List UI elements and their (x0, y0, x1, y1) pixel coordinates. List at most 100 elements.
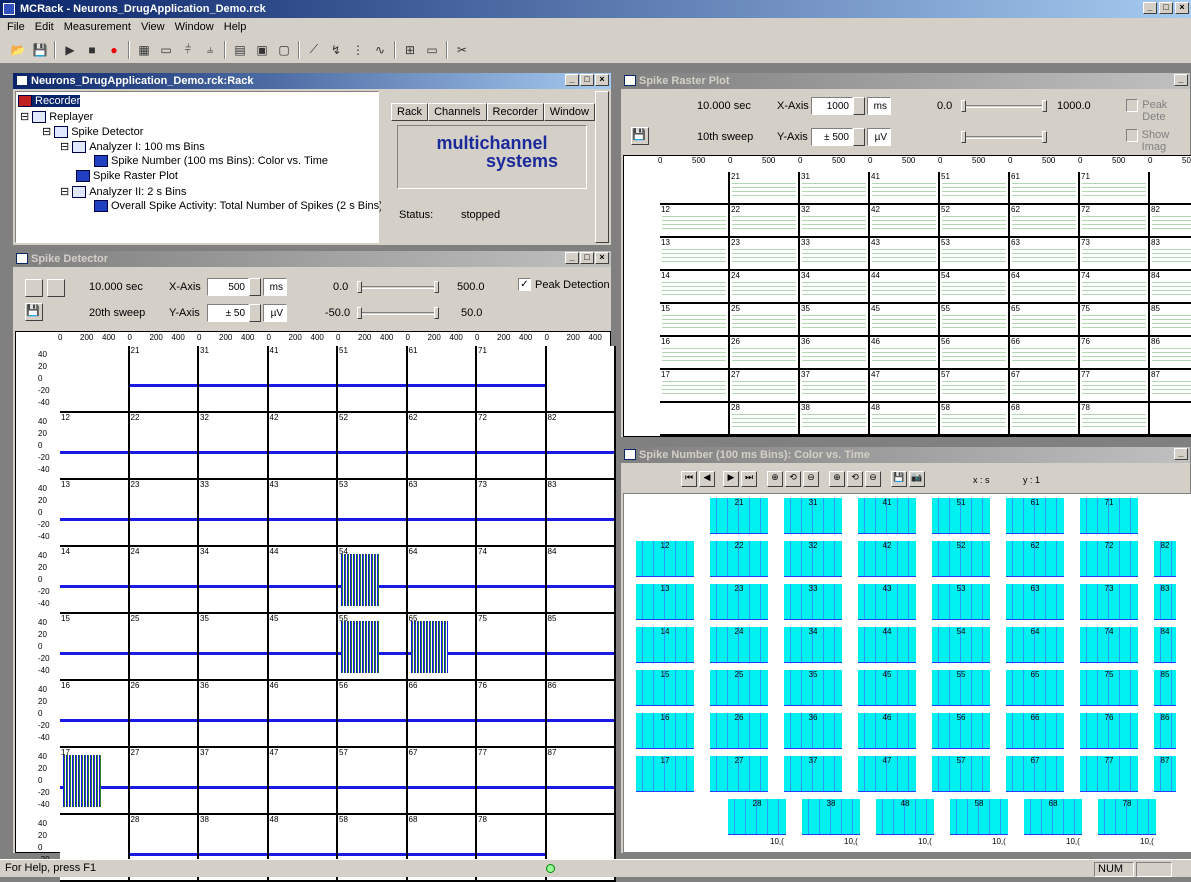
peak-detection-checkbox[interactable]: ✓ Peak Detection (518, 278, 610, 291)
zoom-reset-icon[interactable]: ⟲ (785, 471, 801, 487)
tree-item-recorder[interactable]: Recorder (18, 95, 81, 107)
save-icon[interactable]: 💾 (25, 303, 43, 321)
x-range-slider[interactable] (357, 281, 439, 293)
y-zoom-out-icon[interactable]: ⊖ (865, 471, 881, 487)
display2-icon[interactable]: ▣ (252, 40, 272, 60)
spike-color-cell: 51 (932, 498, 990, 534)
spike-color-cell: 44 (858, 627, 916, 663)
minimize-icon[interactable]: _ (1174, 74, 1188, 86)
show-image-checkbox[interactable]: Show Imag (1126, 129, 1190, 153)
filter-icon[interactable]: ⫩ (178, 40, 198, 60)
tree-item-overall-activity[interactable]: Overall Spike Activity: Total Number of … (94, 200, 383, 212)
menu-view[interactable]: View (136, 18, 170, 36)
spike-number-plot[interactable]: 21 31 41 51 61 71 12 22 32 42 52 62 72 82 13 23 33 43 53 63… (623, 493, 1191, 853)
display-mode-icon[interactable] (25, 279, 43, 297)
open-folder-icon[interactable]: 📂 (8, 40, 28, 60)
x-tick-label: 0 (868, 156, 873, 165)
y-range-slider[interactable] (357, 307, 439, 319)
window-icon[interactable]: ▭ (422, 40, 442, 60)
tab-window[interactable]: Window (543, 103, 595, 121)
raster-plot[interactable]: 0 500 0 500 0 500 0 500 0 500 0 500 0 500 0 500 21314151… (623, 155, 1191, 437)
zoom-out-icon[interactable]: ⊖ (803, 471, 819, 487)
camera-icon[interactable]: 📷 (909, 471, 925, 487)
x-unit-combo[interactable]: ms (263, 278, 287, 296)
record-icon[interactable]: ● (104, 40, 124, 60)
stop-icon[interactable]: ■ (82, 40, 102, 60)
x-tick-label: 0 (728, 156, 733, 165)
spike-color-cell: 31 (784, 498, 842, 534)
tree-item-analyzer-1[interactable]: ⊟ Analyzer I: 100 ms Bins (60, 140, 205, 153)
menu-measurement[interactable]: Measurement (59, 18, 136, 36)
channel-cell: 63 (407, 480, 477, 547)
save-icon[interactable]: 💾 (891, 471, 907, 487)
y-zoom-in-icon[interactable]: ⊕ (829, 471, 845, 487)
prev-icon[interactable]: ◀ (699, 471, 715, 487)
analyzer-icon[interactable]: ⟋ (304, 40, 324, 60)
y-unit-combo[interactable]: µV (263, 304, 287, 322)
play-icon[interactable]: ▶ (60, 40, 80, 60)
close-icon[interactable]: × (595, 252, 609, 264)
minimize-icon[interactable]: _ (565, 74, 579, 86)
network-icon[interactable]: ⊞ (400, 40, 420, 60)
tab-channels[interactable]: Channels (428, 103, 487, 121)
cut-icon[interactable]: ✂ (452, 40, 472, 60)
display-icon[interactable]: ▤ (230, 40, 250, 60)
tree-item-analyzer-2[interactable]: ⊟ Analyzer II: 2 s Bins (60, 185, 186, 198)
y-unit-combo[interactable]: µV (867, 128, 891, 146)
restore-icon[interactable]: □ (1159, 2, 1173, 14)
y-axis-spin[interactable] (249, 304, 261, 322)
y-zoom-reset-icon[interactable]: ⟲ (847, 471, 863, 487)
last-icon[interactable]: ⏭ (741, 471, 757, 487)
vertical-scrollbar[interactable] (595, 91, 609, 243)
minimize-icon[interactable]: _ (565, 252, 579, 264)
spike-detector-plot[interactable]: 0 200 400 0 200 400 0 200 400 0 200 400 0 200 400 0 200 4… (15, 331, 616, 882)
save-icon[interactable]: 💾 (30, 40, 50, 60)
first-icon[interactable]: ⏮ (681, 471, 697, 487)
maximize-icon[interactable]: □ (580, 252, 594, 264)
channel-label: 52 (956, 541, 966, 550)
x-range-slider[interactable] (961, 100, 1047, 112)
menu-window[interactable]: Window (170, 18, 219, 36)
voltage-trace (477, 852, 545, 856)
save-icon[interactable]: 💾 (631, 127, 649, 145)
menu-file[interactable]: File (2, 18, 30, 36)
filter2-icon[interactable]: ⫨ (200, 40, 220, 60)
x-axis-combo[interactable]: 500 (207, 278, 249, 296)
x-axis-spin[interactable] (249, 278, 261, 296)
raster-icon[interactable]: ⋮ (348, 40, 368, 60)
tab-recorder[interactable]: Recorder (486, 103, 544, 121)
menu-edit[interactable]: Edit (30, 18, 59, 36)
y-axis-combo[interactable]: ± 50 (207, 304, 249, 322)
grid-icon[interactable]: ▦ (134, 40, 154, 60)
tree-item-raster[interactable]: Spike Raster Plot (76, 170, 178, 182)
y-axis-spin[interactable] (853, 128, 865, 146)
minimize-icon[interactable]: _ (1174, 448, 1188, 460)
minimize-icon[interactable]: _ (1143, 2, 1157, 14)
x-axis-spin[interactable] (853, 97, 865, 115)
voltage-trace (477, 651, 545, 655)
y-axis-combo[interactable]: ± 500 (811, 128, 853, 146)
next-icon[interactable]: ▶ (723, 471, 739, 487)
panel-icon[interactable]: ▭ (156, 40, 176, 60)
peak-detection-checkbox[interactable]: Peak Dete (1126, 99, 1190, 123)
maximize-icon[interactable]: □ (580, 74, 594, 86)
display3-icon[interactable]: ▢ (274, 40, 294, 60)
spike-icon[interactable]: ↯ (326, 40, 346, 60)
close-icon[interactable]: × (1175, 2, 1189, 14)
window-icon (624, 449, 636, 460)
zoom-in-icon[interactable]: ⊕ (767, 471, 783, 487)
menu-help[interactable]: Help (219, 18, 252, 36)
x-unit-combo[interactable]: ms (867, 97, 891, 115)
x-axis-combo[interactable]: 1000 (811, 97, 853, 115)
tab-rack[interactable]: Rack (391, 103, 429, 121)
wave-icon[interactable]: ∿ (370, 40, 390, 60)
close-icon[interactable]: × (595, 74, 609, 86)
tree-item-replayer[interactable]: ⊟ Replayer (20, 110, 93, 123)
tree-item-spike-detector[interactable]: ⊟ Spike Detector (42, 125, 143, 138)
y-range-slider[interactable] (961, 131, 1047, 143)
y-tick-label: 0 (38, 709, 43, 718)
time-readout: 10.000 sec (697, 100, 751, 112)
trigger-mode-icon[interactable] (47, 279, 65, 297)
tree-item-spike-number[interactable]: Spike Number (100 ms Bins): Color vs. Ti… (94, 155, 328, 167)
voltage-trace (477, 517, 545, 521)
